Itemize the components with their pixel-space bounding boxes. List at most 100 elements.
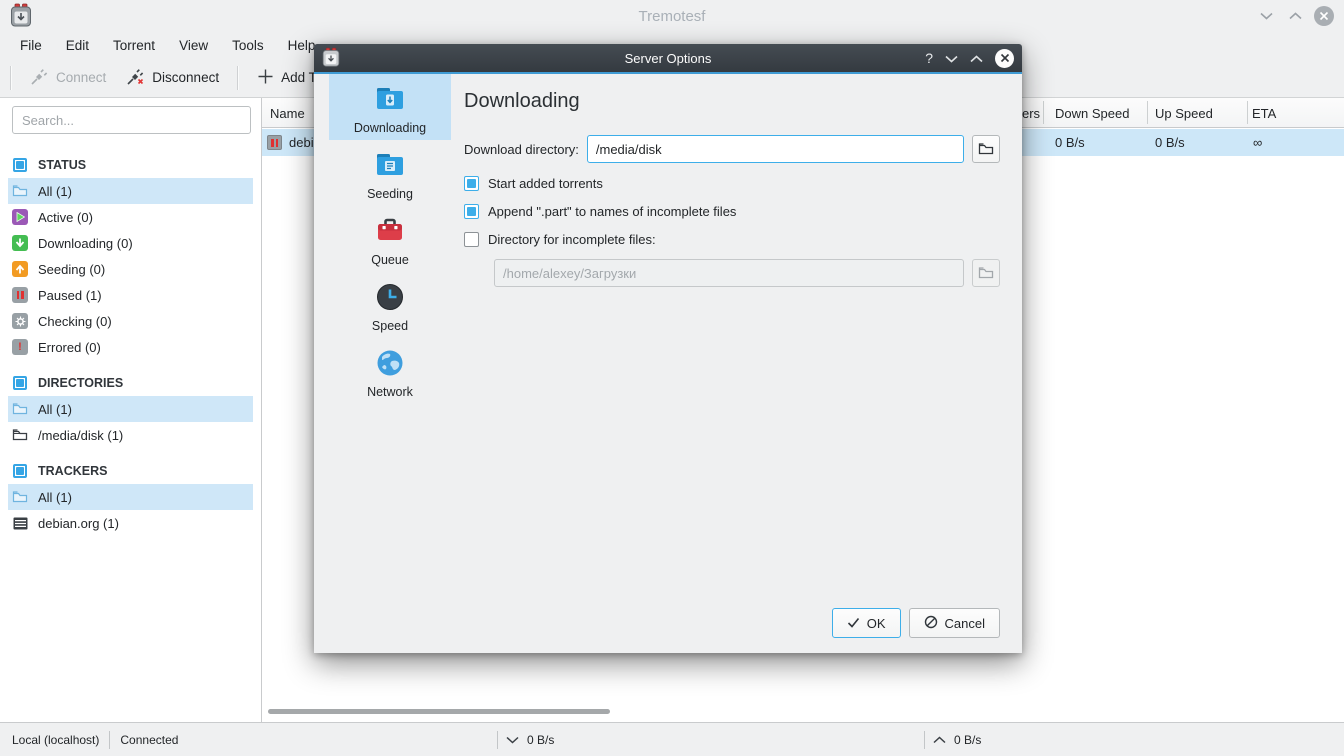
tracker-server-icon bbox=[12, 515, 28, 531]
downloading-icon bbox=[12, 235, 28, 251]
folder-icon bbox=[12, 401, 28, 417]
checking-gear-icon bbox=[12, 313, 28, 329]
torrent-paused-icon bbox=[267, 129, 282, 156]
toolbar-separator bbox=[237, 66, 239, 90]
statusbar-separator bbox=[109, 731, 110, 749]
server-name: Local (localhost) bbox=[12, 733, 99, 747]
section-header-trackers: TRACKERS bbox=[8, 458, 253, 484]
folder-icon bbox=[12, 489, 28, 505]
tremotesf-app-icon bbox=[322, 47, 340, 71]
nav-item-seeding[interactable]: Seeding bbox=[329, 140, 451, 206]
menu-tools[interactable]: Tools bbox=[220, 32, 276, 58]
plug-icon bbox=[30, 67, 49, 89]
browse-folder-button[interactable] bbox=[972, 135, 1000, 163]
sidebar-item-tracker-debian[interactable]: debian.org (1) bbox=[8, 510, 253, 536]
section-header-directories: DIRECTORIES bbox=[8, 370, 253, 396]
ok-button[interactable]: OK bbox=[832, 608, 901, 638]
dialog-titlebar[interactable]: Server Options ? bbox=[314, 44, 1022, 72]
seeding-icon bbox=[12, 261, 28, 277]
connect-button[interactable]: Connect bbox=[20, 62, 116, 94]
incomplete-directory-row[interactable]: Directory for incomplete files: bbox=[464, 232, 1000, 247]
category-trackers-icon bbox=[12, 463, 28, 479]
column-separator[interactable] bbox=[1043, 101, 1044, 124]
column-separator[interactable] bbox=[1147, 101, 1148, 124]
minimize-icon[interactable] bbox=[1256, 6, 1276, 26]
help-icon[interactable]: ? bbox=[925, 50, 933, 66]
plug-disconnect-icon bbox=[126, 67, 145, 89]
browse-folder-button-disabled bbox=[972, 259, 1000, 287]
search-input[interactable] bbox=[12, 106, 251, 134]
sidebar-item-trackers-all[interactable]: All (1) bbox=[8, 484, 253, 510]
menu-file[interactable]: File bbox=[8, 32, 54, 58]
append-part-checkbox[interactable] bbox=[464, 204, 479, 219]
page-title: Downloading bbox=[464, 90, 1000, 113]
download-directory-input[interactable] bbox=[587, 135, 964, 163]
column-header-seeders-partial[interactable]: ers bbox=[1022, 98, 1040, 128]
tremotesf-app-icon bbox=[10, 3, 32, 31]
server-options-dialog: Server Options ? bbox=[314, 44, 1022, 653]
nav-item-speed[interactable]: Speed bbox=[329, 272, 451, 338]
sidebar-item-status-errored[interactable]: ! Errored (0) bbox=[8, 334, 253, 360]
dialog-content: Downloading Download directory: Start ad… bbox=[464, 74, 1000, 638]
clock-icon bbox=[374, 281, 406, 316]
sidebar-item-status-active[interactable]: Active (0) bbox=[8, 204, 253, 230]
maximize-icon[interactable] bbox=[1285, 6, 1305, 26]
incomplete-directory-input bbox=[494, 259, 964, 287]
tremotesf-main-window: Tremotesf File Edit Torrent View Tools H… bbox=[0, 0, 1344, 756]
sidebar-item-status-checking[interactable]: Checking (0) bbox=[8, 308, 253, 334]
check-icon bbox=[847, 616, 860, 631]
sidebar-item-status-seeding[interactable]: Seeding (0) bbox=[8, 256, 253, 282]
close-icon[interactable] bbox=[995, 49, 1014, 68]
maximize-icon[interactable] bbox=[970, 51, 983, 66]
folder-dark-icon bbox=[12, 427, 28, 443]
statusbar-separator bbox=[924, 731, 925, 749]
globe-icon bbox=[374, 347, 406, 382]
total-up-speed: 0 B/s bbox=[954, 733, 981, 747]
cancel-button[interactable]: Cancel bbox=[909, 608, 1000, 638]
minimize-icon[interactable] bbox=[945, 51, 958, 66]
nav-item-network[interactable]: Network bbox=[329, 338, 451, 404]
menu-torrent[interactable]: Torrent bbox=[101, 32, 167, 58]
column-separator[interactable] bbox=[1247, 101, 1248, 124]
download-arrow-icon bbox=[506, 733, 519, 747]
nav-item-downloading[interactable]: Downloading bbox=[329, 74, 451, 140]
plus-icon bbox=[257, 68, 274, 88]
window-title: Tremotesf bbox=[0, 8, 1344, 25]
disconnect-button[interactable]: Disconnect bbox=[116, 62, 229, 94]
folder-icon bbox=[12, 183, 28, 199]
nav-item-queue[interactable]: Queue bbox=[329, 206, 451, 272]
category-directories-icon bbox=[12, 375, 28, 391]
close-icon[interactable] bbox=[1314, 6, 1334, 26]
torrent-up-speed: 0 B/s bbox=[1155, 129, 1185, 156]
filters-sidebar: STATUS All (1) Active (0) bbox=[0, 98, 262, 722]
total-down-speed: 0 B/s bbox=[527, 733, 554, 747]
column-header-eta[interactable]: ETA bbox=[1252, 98, 1276, 128]
append-part-row[interactable]: Append ".part" to names of incomplete fi… bbox=[464, 204, 1000, 219]
sidebar-item-directories-all[interactable]: All (1) bbox=[8, 396, 253, 422]
column-header-down-speed[interactable]: Down Speed bbox=[1055, 98, 1129, 128]
sidebar-item-status-paused[interactable]: Paused (1) bbox=[8, 282, 253, 308]
start-added-torrents-row[interactable]: Start added torrents bbox=[464, 176, 1000, 191]
errored-icon: ! bbox=[12, 339, 28, 355]
window-controls bbox=[1256, 0, 1334, 32]
sidebar-item-directory-media-disk[interactable]: /media/disk (1) bbox=[8, 422, 253, 448]
incomplete-directory-checkbox[interactable] bbox=[464, 232, 479, 247]
menu-view[interactable]: View bbox=[167, 32, 220, 58]
sidebar-item-status-downloading[interactable]: Downloading (0) bbox=[8, 230, 253, 256]
dialog-nav: Downloading Seeding bbox=[329, 74, 451, 404]
column-header-name[interactable]: Name bbox=[270, 98, 305, 128]
dialog-title: Server Options bbox=[314, 51, 1022, 66]
start-added-torrents-checkbox[interactable] bbox=[464, 176, 479, 191]
statusbar: Local (localhost) Connected 0 B/s 0 B/s bbox=[0, 722, 1344, 756]
upload-arrow-icon bbox=[933, 733, 946, 747]
paused-icon bbox=[12, 287, 28, 303]
category-status-icon bbox=[12, 157, 28, 173]
horizontal-scrollbar[interactable] bbox=[268, 709, 610, 714]
torrent-down-speed: 0 B/s bbox=[1055, 129, 1085, 156]
sidebar-item-status-all[interactable]: All (1) bbox=[8, 178, 253, 204]
column-header-up-speed[interactable]: Up Speed bbox=[1155, 98, 1213, 128]
folder-document-icon bbox=[374, 149, 406, 184]
section-header-status: STATUS bbox=[8, 152, 253, 178]
menu-edit[interactable]: Edit bbox=[54, 32, 101, 58]
connection-status: Connected bbox=[120, 733, 178, 747]
